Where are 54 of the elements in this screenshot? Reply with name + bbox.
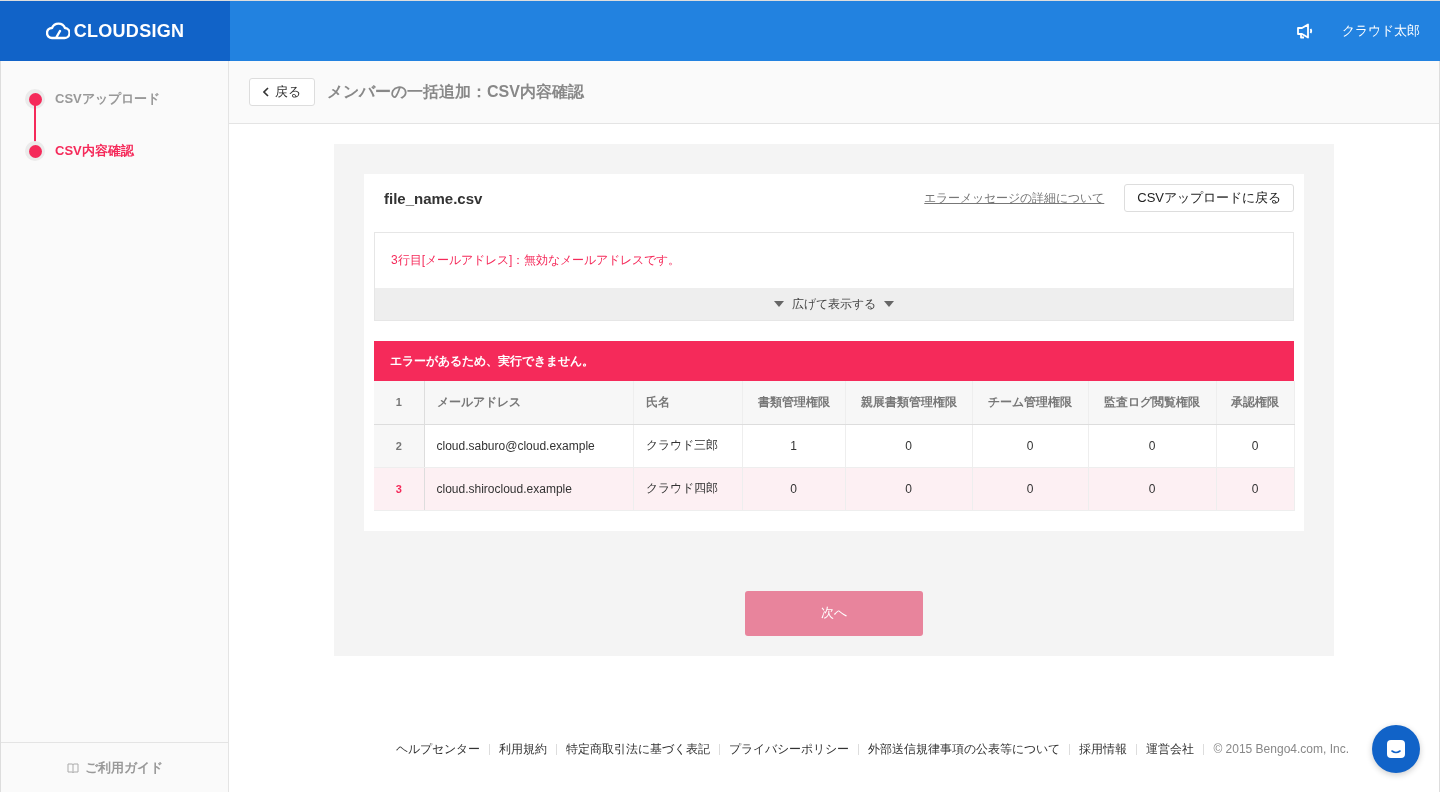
- user-name[interactable]: クラウド太郎: [1342, 22, 1420, 40]
- table-cell: 0: [1216, 467, 1294, 510]
- column-header: メールアドレス: [424, 381, 633, 424]
- table-cell: クラウド四郎: [633, 467, 742, 510]
- footer-link[interactable]: 採用情報: [1079, 740, 1128, 758]
- expand-button[interactable]: 広げて表示する: [375, 288, 1293, 320]
- step-label: CSV内容確認: [55, 142, 134, 160]
- error-banner: エラーがあるため、実行できません。: [374, 341, 1294, 381]
- upload-back-button[interactable]: CSVアップロードに戻る: [1124, 184, 1294, 212]
- table-cell: 0: [1216, 424, 1294, 467]
- chevron-left-icon: [263, 87, 269, 97]
- table-cell: 0: [845, 424, 972, 467]
- error-message: 3行目[メールアドレス]：無効なメールアドレスです。: [391, 252, 682, 269]
- table-cell: 0: [972, 467, 1088, 510]
- column-header: 書類管理権限: [742, 381, 845, 424]
- logo-text: CLOUDSIGN: [73, 20, 185, 42]
- column-header: 監査ログ閲覧権限: [1088, 381, 1216, 424]
- table-cell: 0: [742, 467, 845, 510]
- help-link[interactable]: エラーメッセージの詳細について: [924, 189, 1105, 207]
- row-number: 3: [374, 467, 424, 510]
- step-label: CSVアップロード: [55, 90, 160, 108]
- footer-link[interactable]: 特定商取引法に基づく表記: [566, 740, 711, 758]
- footer-link[interactable]: プライバシーポリシー: [729, 740, 850, 758]
- column-header: 親展書類管理権限: [845, 381, 972, 424]
- column-header: 氏名: [633, 381, 742, 424]
- footer-link[interactable]: ヘルプセンター: [396, 740, 481, 758]
- cloud-icon: [45, 22, 70, 40]
- chat-button[interactable]: [1372, 725, 1420, 773]
- footer-link[interactable]: 外部送信規律事項の公表等について: [868, 740, 1061, 758]
- triangle-icon: [774, 301, 784, 307]
- chat-icon: [1386, 739, 1406, 759]
- back-button[interactable]: 戻る: [249, 78, 315, 106]
- table-cell: 0: [1088, 467, 1216, 510]
- footer-link[interactable]: 利用規約: [499, 740, 548, 758]
- table-cell: cloud.saburo@cloud.example: [424, 424, 633, 467]
- table-cell: クラウド三郎: [633, 424, 742, 467]
- megaphone-icon[interactable]: [1296, 23, 1314, 39]
- column-header: 承認権限: [1216, 381, 1294, 424]
- triangle-icon: [884, 301, 894, 307]
- app-logo[interactable]: CLOUDSIGN: [0, 1, 230, 61]
- table-cell: 0: [845, 467, 972, 510]
- column-header: チーム管理権限: [972, 381, 1088, 424]
- copyright: © 2015 Bengo4.com, Inc.: [1213, 742, 1349, 756]
- file-name: file_name.csv: [384, 189, 484, 207]
- footer-link[interactable]: 運営会社: [1146, 740, 1195, 758]
- table-cell: cloud.shirocloud.example: [424, 467, 633, 510]
- page-title: メンバーの一括追加：CSV内容確認: [327, 81, 584, 102]
- step-dot: [28, 144, 42, 158]
- row-number: 1: [374, 381, 424, 424]
- table-cell: 0: [1088, 424, 1216, 467]
- row-number: 2: [374, 424, 424, 467]
- table-cell: 0: [972, 424, 1088, 467]
- book-icon: [66, 762, 79, 773]
- table-cell: 1: [742, 424, 845, 467]
